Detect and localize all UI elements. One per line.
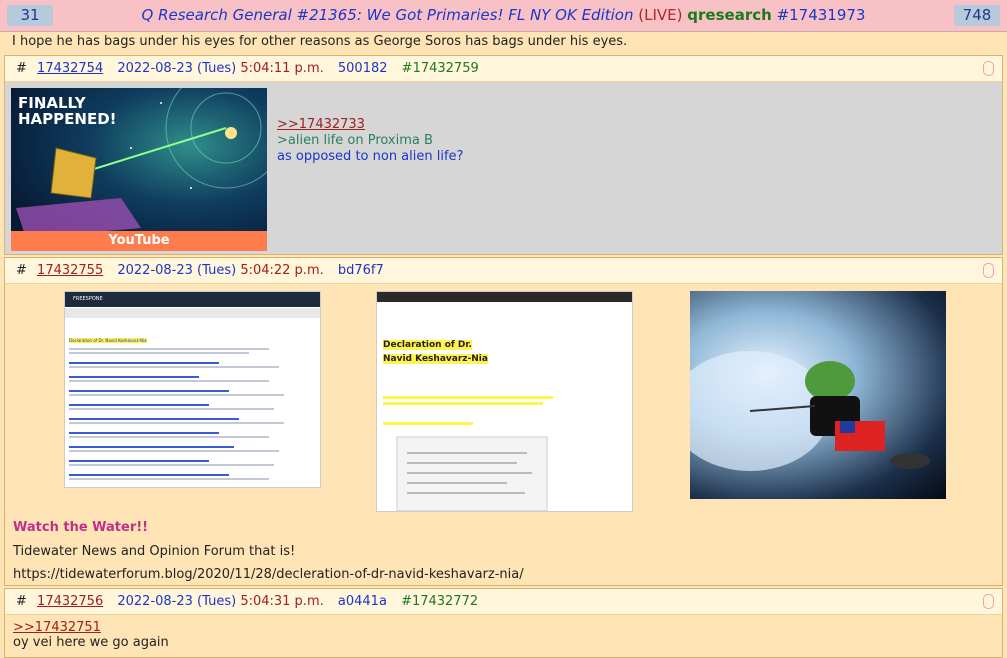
thread-number[interactable]: #17431973 bbox=[777, 6, 866, 24]
post-time: 5:04:22 p.m. bbox=[240, 263, 324, 278]
thread-title: Q Research General #21365: We Got Primar… bbox=[0, 6, 1007, 24]
post-body: as opposed to non alien life? bbox=[277, 149, 464, 164]
post-date: 2022-08-23 (Tues) bbox=[117, 61, 237, 76]
search-results-thumbnail[interactable]: FREESPONE Declaration of Dr. Navid Kesha… bbox=[64, 291, 321, 488]
post-number-link[interactable]: 17432756 bbox=[37, 594, 103, 609]
thread-subject[interactable]: Q Research General #21365: We Got Primar… bbox=[142, 6, 634, 24]
thread-header-bar: 31 Q Research General #21365: We Got Pri… bbox=[0, 0, 1007, 32]
post-header: # 17432756 2022-08-23 (Tues) 5:04:31 p.m… bbox=[5, 589, 1002, 615]
post: # 17432754 2022-08-23 (Tues) 5:04:11 p.m… bbox=[4, 55, 1003, 255]
post-number-link[interactable]: 17432755 bbox=[37, 263, 103, 278]
post-date: 2022-08-23 (Tues) bbox=[117, 263, 237, 278]
post-menu-icon[interactable] bbox=[983, 61, 994, 76]
post-header: # 17432754 2022-08-23 (Tues) 5:04:11 p.m… bbox=[5, 56, 1002, 82]
post-count-badge[interactable]: 748 bbox=[954, 5, 1000, 26]
post-body-line: Tidewater News and Opinion Forum that is… bbox=[13, 544, 296, 559]
reply-backlink[interactable]: #17432772 bbox=[401, 594, 478, 609]
youtube-thumbnail[interactable]: FINALLY HAPPENED! YouTube bbox=[11, 88, 267, 251]
post: # 17432755 2022-08-23 (Tues) 5:04:22 p.m… bbox=[4, 257, 1003, 586]
previous-post-text: I hope he has bags under his eyes for ot… bbox=[12, 34, 628, 49]
thumb-caption-2: HAPPENED! bbox=[18, 110, 117, 128]
post-date: 2022-08-23 (Tues) bbox=[117, 594, 237, 609]
quote-link[interactable]: >>17432751 bbox=[13, 620, 101, 635]
live-badge: (LIVE) bbox=[638, 6, 683, 24]
post-menu-icon[interactable] bbox=[983, 263, 994, 278]
post-url[interactable]: https://tidewaterforum.blog/2020/11/28/d… bbox=[13, 567, 524, 582]
post-hash[interactable]: # bbox=[16, 594, 27, 609]
post-time: 5:04:31 p.m. bbox=[240, 594, 324, 609]
reply-backlink[interactable]: #17432759 bbox=[402, 61, 479, 76]
post-hash[interactable]: # bbox=[16, 61, 27, 76]
declaration-page-thumbnail[interactable]: Declaration of Dr. Navid Keshavarz-Nia bbox=[376, 291, 633, 512]
pepe-water-thumbnail[interactable] bbox=[690, 291, 946, 499]
poster-id[interactable]: bd76f7 bbox=[338, 263, 384, 278]
document-lines bbox=[383, 396, 553, 511]
post-header: # 17432755 2022-08-23 (Tues) 5:04:22 p.m… bbox=[5, 258, 1002, 284]
post-menu-icon[interactable] bbox=[983, 594, 994, 609]
poster-id[interactable]: a0441a bbox=[338, 594, 387, 609]
post-time: 5:04:11 p.m. bbox=[240, 61, 324, 76]
frog-illustration bbox=[690, 351, 930, 471]
search-result-lines bbox=[69, 348, 284, 480]
post-headline: Watch the Water!! bbox=[13, 520, 149, 535]
youtube-label: YouTube bbox=[11, 231, 267, 251]
poster-id[interactable]: 500182 bbox=[338, 61, 388, 76]
post-number-link[interactable]: 17432754 bbox=[37, 61, 103, 76]
post-hash[interactable]: # bbox=[16, 263, 27, 278]
board-name[interactable]: qresearch bbox=[687, 6, 772, 24]
quote-link[interactable]: >>17432733 bbox=[277, 117, 365, 132]
greentext-line: >alien life on Proxima B bbox=[277, 133, 433, 148]
